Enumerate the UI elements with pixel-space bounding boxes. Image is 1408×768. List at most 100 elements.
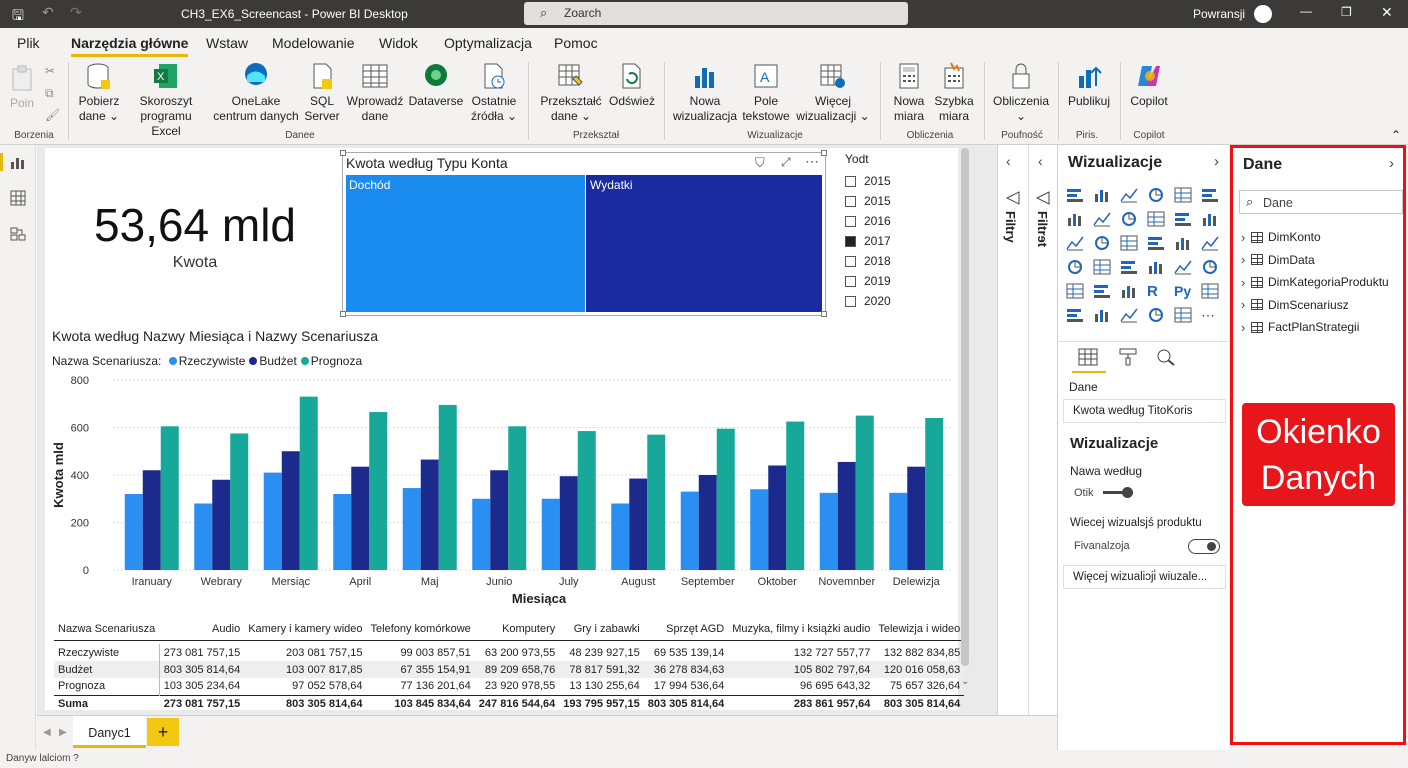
- stacked-area-icon[interactable]: [1120, 211, 1138, 227]
- bar[interactable]: [750, 489, 769, 570]
- slicer-checkbox[interactable]: [845, 175, 856, 187]
- new-visual-button[interactable]: Nowa wizualizacja: [670, 62, 740, 124]
- line-clustered-icon[interactable]: [1174, 211, 1192, 227]
- transform-data-button[interactable]: Przekształć dane ⌄: [538, 62, 604, 124]
- undo-icon[interactable]: ↶: [42, 4, 54, 21]
- bar[interactable]: [281, 451, 300, 570]
- restore-icon[interactable]: ❐: [1341, 5, 1352, 19]
- copilot-button[interactable]: Copilot: [1126, 62, 1172, 109]
- expand-chevron-icon[interactable]: ›: [1241, 252, 1251, 267]
- report-view-icon[interactable]: [10, 154, 26, 170]
- bar[interactable]: [698, 475, 717, 570]
- matrix-column-header[interactable]: Telefony komórkowe: [366, 618, 475, 641]
- clustered-column-icon[interactable]: [1147, 187, 1165, 203]
- menu-file[interactable]: Plik: [17, 35, 40, 51]
- build-visual-icon[interactable]: [1078, 348, 1098, 366]
- key-influencers-icon[interactable]: [1066, 307, 1084, 323]
- bar[interactable]: [490, 470, 509, 570]
- minimize-icon[interactable]: —: [1300, 4, 1312, 18]
- bar[interactable]: [299, 396, 318, 570]
- bar[interactable]: [508, 426, 527, 570]
- scatter-icon[interactable]: [1120, 235, 1138, 251]
- matrix-column-header[interactable]: Kamery i kamery wideo: [244, 618, 367, 641]
- toggle-2[interactable]: [1188, 539, 1220, 554]
- smart-narrative-icon[interactable]: [1201, 283, 1219, 299]
- bar[interactable]: [925, 418, 944, 570]
- pie-icon[interactable]: [1147, 235, 1165, 251]
- stacked-column-icon[interactable]: [1093, 187, 1111, 203]
- power-apps-icon[interactable]: [1147, 307, 1165, 323]
- clustered-bar-icon[interactable]: [1120, 187, 1138, 203]
- bar[interactable]: [559, 476, 578, 570]
- slicer-icon[interactable]: [1066, 283, 1084, 299]
- bar[interactable]: [889, 492, 908, 570]
- more-icon[interactable]: ⋯: [1201, 307, 1219, 323]
- treemap-tile-expenses[interactable]: Wydatki: [586, 175, 822, 312]
- bar[interactable]: [541, 498, 560, 570]
- bar[interactable]: [438, 404, 457, 570]
- bar[interactable]: [611, 503, 630, 571]
- analytics-icon[interactable]: [1156, 348, 1176, 366]
- close-icon[interactable]: ✕: [1381, 4, 1393, 21]
- slicer-checkbox[interactable]: [845, 235, 856, 247]
- excel-button[interactable]: X Skoroszyt programu Excel: [125, 62, 207, 139]
- filters-pane[interactable]: ‹ ‹ Filtry Filtrɘt: [997, 145, 1057, 715]
- bar[interactable]: [402, 488, 421, 570]
- stacked-bar-icon[interactable]: [1066, 187, 1084, 203]
- bar[interactable]: [819, 492, 838, 570]
- bar[interactable]: [160, 426, 179, 570]
- slicer-item[interactable]: 2015: [845, 191, 945, 211]
- slicer-item[interactable]: 2017: [845, 231, 945, 251]
- get-data-button[interactable]: Pobierz dane ⌄: [75, 62, 123, 124]
- save-icon[interactable]: 🖫: [12, 5, 24, 29]
- expand-right-icon[interactable]: ›: [1389, 155, 1394, 172]
- slicer-checkbox[interactable]: [845, 295, 856, 307]
- focus-mode-icon[interactable]: ⤢: [781, 155, 791, 170]
- bar[interactable]: [124, 494, 143, 570]
- slicer-checkbox[interactable]: [845, 275, 856, 287]
- bar[interactable]: [142, 470, 161, 570]
- bar[interactable]: [212, 479, 231, 570]
- bar[interactable]: [263, 472, 282, 570]
- kpi-card[interactable]: 53,64 mld Kwota: [45, 198, 345, 272]
- data-search-input[interactable]: ⌕ Dane: [1239, 190, 1403, 214]
- slicer-checkbox[interactable]: [845, 195, 856, 207]
- slicer-item[interactable]: 2016: [845, 211, 945, 231]
- sql-button[interactable]: SQL Server: [302, 62, 342, 124]
- menu-optimize[interactable]: Optymalizacja: [444, 35, 532, 51]
- expand-chevron-icon[interactable]: ›: [1241, 275, 1251, 290]
- table-icon[interactable]: [1093, 283, 1111, 299]
- python-visual-icon[interactable]: Py: [1174, 283, 1192, 299]
- dataverse-button[interactable]: Dataverse: [408, 62, 464, 109]
- paginated-icon[interactable]: [1120, 307, 1138, 323]
- filter-icon[interactable]: ⛉: [755, 155, 765, 171]
- bar[interactable]: [629, 478, 648, 570]
- treemap-tile-income[interactable]: Dochód: [346, 175, 585, 312]
- bar[interactable]: [333, 494, 352, 570]
- table-row[interactable]: Rzeczywiste 273 081 757,15 203 081 757,15 9…: [54, 644, 964, 661]
- text-box-button[interactable]: A Pole tekstowe: [741, 62, 791, 124]
- menu-insert[interactable]: Wstaw: [206, 35, 248, 51]
- redo-icon[interactable]: ↷: [70, 4, 82, 21]
- canvas-scrollbar[interactable]: [961, 148, 969, 666]
- bar[interactable]: [786, 421, 805, 570]
- more-options-icon[interactable]: ⋯: [805, 153, 819, 170]
- bar[interactable]: [907, 466, 926, 570]
- card-icon[interactable]: [1147, 259, 1165, 275]
- refresh-button[interactable]: Odśwież: [606, 62, 658, 109]
- map-icon[interactable]: [1066, 259, 1084, 275]
- page-tab-1[interactable]: Danyc1: [73, 716, 146, 748]
- kpi-icon[interactable]: [1201, 259, 1219, 275]
- line-chart-icon[interactable]: [1066, 211, 1084, 227]
- bar[interactable]: [680, 491, 699, 570]
- year-slicer[interactable]: Yodt 2015 2015 2016 2017 2018 2019 2020: [845, 152, 945, 311]
- slicer-checkbox[interactable]: [845, 215, 856, 227]
- scroll-down-icon[interactable]: ⌄: [961, 676, 969, 687]
- ribbon-chart-icon[interactable]: [1201, 211, 1219, 227]
- slicer-item[interactable]: 2018: [845, 251, 945, 271]
- legend-item[interactable]: Prognoza: [300, 354, 362, 368]
- bar[interactable]: [716, 428, 735, 570]
- format-painter-icon[interactable]: 🖌: [45, 108, 60, 122]
- matrix-visual[interactable]: Nazwa Scenariusza Audio Kamery i kamery wi…: [54, 618, 965, 712]
- bar-chart[interactable]: 0 200 400 600 800 Iranuary Webrary Mersiąc April…: [45, 370, 957, 610]
